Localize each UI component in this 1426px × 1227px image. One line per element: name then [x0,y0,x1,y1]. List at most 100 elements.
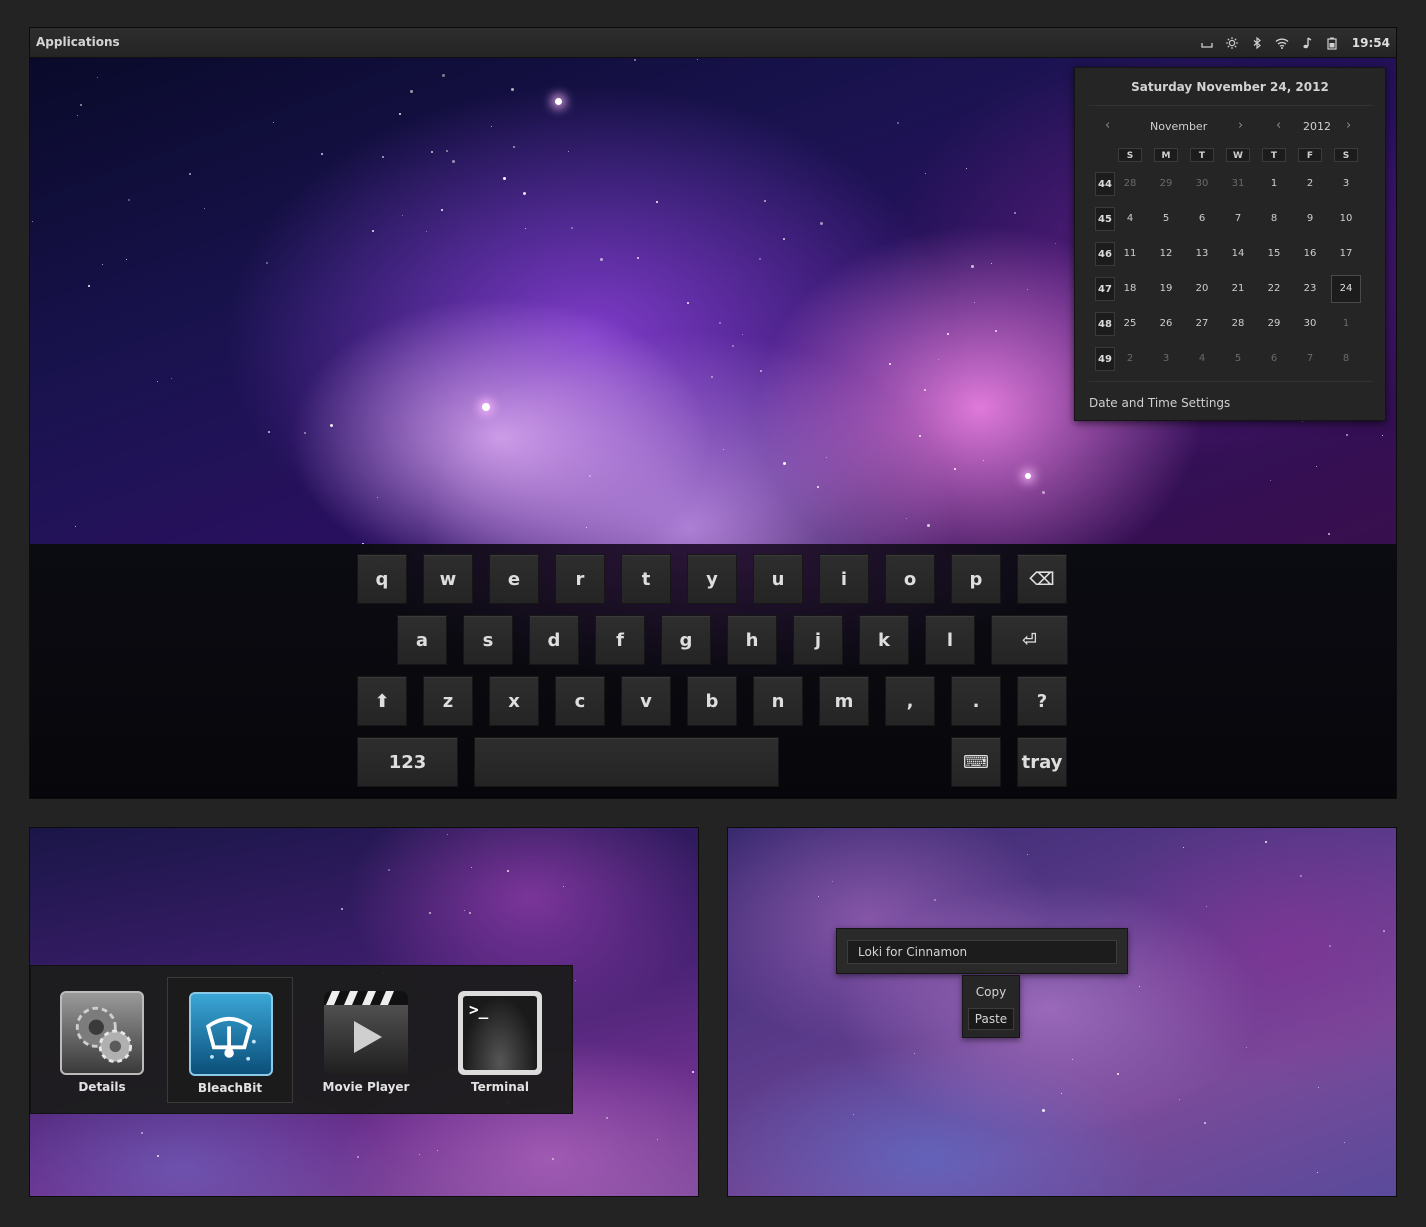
calendar-day[interactable]: 18 [1118,277,1142,301]
keyboard-icon[interactable] [1200,36,1214,50]
calendar-day[interactable]: 26 [1154,312,1178,336]
key-v[interactable]: v [621,676,671,726]
key-k[interactable]: k [859,615,909,665]
calendar-day[interactable]: 15 [1262,242,1286,266]
key-o[interactable]: o [885,554,935,604]
calendar-day[interactable]: 2 [1298,172,1322,196]
calendar-day[interactable]: 30 [1298,312,1322,336]
battery-icon[interactable] [1325,36,1339,50]
key-u[interactable]: u [753,554,803,604]
calendar-day[interactable]: 13 [1190,242,1214,266]
paste-menu-item[interactable]: Paste [968,1008,1014,1030]
key-i[interactable]: i [819,554,869,604]
copy-menu-item[interactable]: Copy [968,981,1014,1003]
calendar-day[interactable]: 14 [1226,242,1250,266]
question-key[interactable]: ? [1017,676,1067,726]
calendar-day[interactable]: 27 [1190,312,1214,336]
calendar-day[interactable]: 10 [1334,207,1358,231]
calendar-day[interactable]: 31 [1226,172,1250,196]
key-m[interactable]: m [819,676,869,726]
calendar-day[interactable]: 19 [1154,277,1178,301]
key-z[interactable]: z [423,676,473,726]
switcher-item-bleachbit[interactable]: BleachBit [167,977,293,1103]
prev-month-icon[interactable]: ‹ [1105,118,1110,133]
key-c[interactable]: c [555,676,605,726]
switcher-item-details[interactable]: Details [39,977,165,1103]
key-x[interactable]: x [489,676,539,726]
key-a[interactable]: a [397,615,447,665]
calendar-day[interactable]: 21 [1226,277,1250,301]
bluetooth-icon[interactable] [1250,36,1264,50]
period-key[interactable]: . [951,676,1001,726]
calendar-day[interactable]: 12 [1154,242,1178,266]
key-b[interactable]: b [687,676,737,726]
next-year-icon[interactable]: › [1346,118,1351,133]
sound-icon[interactable] [1300,36,1314,50]
calendar-day[interactable]: 25 [1118,312,1142,336]
text-entry[interactable]: Loki for Cinnamon [847,940,1117,964]
hide-keyboard-key[interactable]: ⌨ [951,737,1001,787]
calendar-day-today[interactable]: 24 [1331,275,1361,303]
calendar-day[interactable]: 5 [1154,207,1178,231]
calendar-day[interactable]: 5 [1226,347,1250,371]
key-t[interactable]: t [621,554,671,604]
numbers-key[interactable]: 123 [357,737,458,787]
wifi-icon[interactable] [1275,36,1289,50]
calendar-day[interactable]: 28 [1226,312,1250,336]
calendar-day[interactable]: 22 [1262,277,1286,301]
calendar-day[interactable]: 9 [1298,207,1322,231]
calendar-day[interactable]: 6 [1262,347,1286,371]
key-r[interactable]: r [555,554,605,604]
key-h[interactable]: h [727,615,777,665]
calendar-day[interactable]: 8 [1334,347,1358,371]
key-q[interactable]: q [357,554,407,604]
key-e[interactable]: e [489,554,539,604]
key-l[interactable]: l [925,615,975,665]
prev-year-icon[interactable]: ‹ [1276,118,1281,133]
applications-menu[interactable]: Applications [36,35,120,49]
calendar-day[interactable]: 7 [1226,207,1250,231]
calendar-day[interactable]: 4 [1190,347,1214,371]
key-p[interactable]: p [951,554,1001,604]
calendar-day[interactable]: 28 [1118,172,1142,196]
weekday-header: S [1118,148,1142,162]
calendar-day[interactable]: 29 [1154,172,1178,196]
enter-key[interactable]: ⏎ [991,615,1068,665]
backspace-key[interactable]: ⌫ [1017,554,1067,604]
space-key[interactable] [474,737,779,787]
key-n[interactable]: n [753,676,803,726]
calendar-day[interactable]: 6 [1190,207,1214,231]
clock[interactable]: 19:54 [1352,36,1390,50]
key-d[interactable]: d [529,615,579,665]
calendar-day[interactable]: 3 [1334,172,1358,196]
calendar-day[interactable]: 16 [1298,242,1322,266]
key-j[interactable]: j [793,615,843,665]
key-y[interactable]: y [687,554,737,604]
key-g[interactable]: g [661,615,711,665]
brightness-icon[interactable] [1225,36,1239,50]
calendar-day[interactable]: 30 [1190,172,1214,196]
calendar-day[interactable]: 8 [1262,207,1286,231]
key-s[interactable]: s [463,615,513,665]
calendar-day[interactable]: 11 [1118,242,1142,266]
key-f[interactable]: f [595,615,645,665]
calendar-day[interactable]: 3 [1154,347,1178,371]
calendar-day[interactable]: 20 [1190,277,1214,301]
calendar-day[interactable]: 1 [1262,172,1286,196]
shift-key[interactable]: ⬆ [357,676,407,726]
calendar-day[interactable]: 29 [1262,312,1286,336]
calendar-day[interactable]: 17 [1334,242,1358,266]
calendar-day[interactable]: 4 [1118,207,1142,231]
next-month-icon[interactable]: › [1238,118,1243,133]
tray-key[interactable]: tray [1017,737,1067,787]
week-number: 44 [1095,172,1115,196]
calendar-day[interactable]: 7 [1298,347,1322,371]
key-w[interactable]: w [423,554,473,604]
calendar-day[interactable]: 23 [1298,277,1322,301]
date-time-settings-link[interactable]: Date and Time Settings [1089,396,1230,410]
comma-key[interactable]: , [885,676,935,726]
calendar-day[interactable]: 1 [1334,312,1358,336]
calendar-day[interactable]: 2 [1118,347,1142,371]
switcher-item-terminal[interactable]: >_ Terminal [437,977,563,1103]
switcher-item-movie-player[interactable]: Movie Player [303,977,429,1103]
